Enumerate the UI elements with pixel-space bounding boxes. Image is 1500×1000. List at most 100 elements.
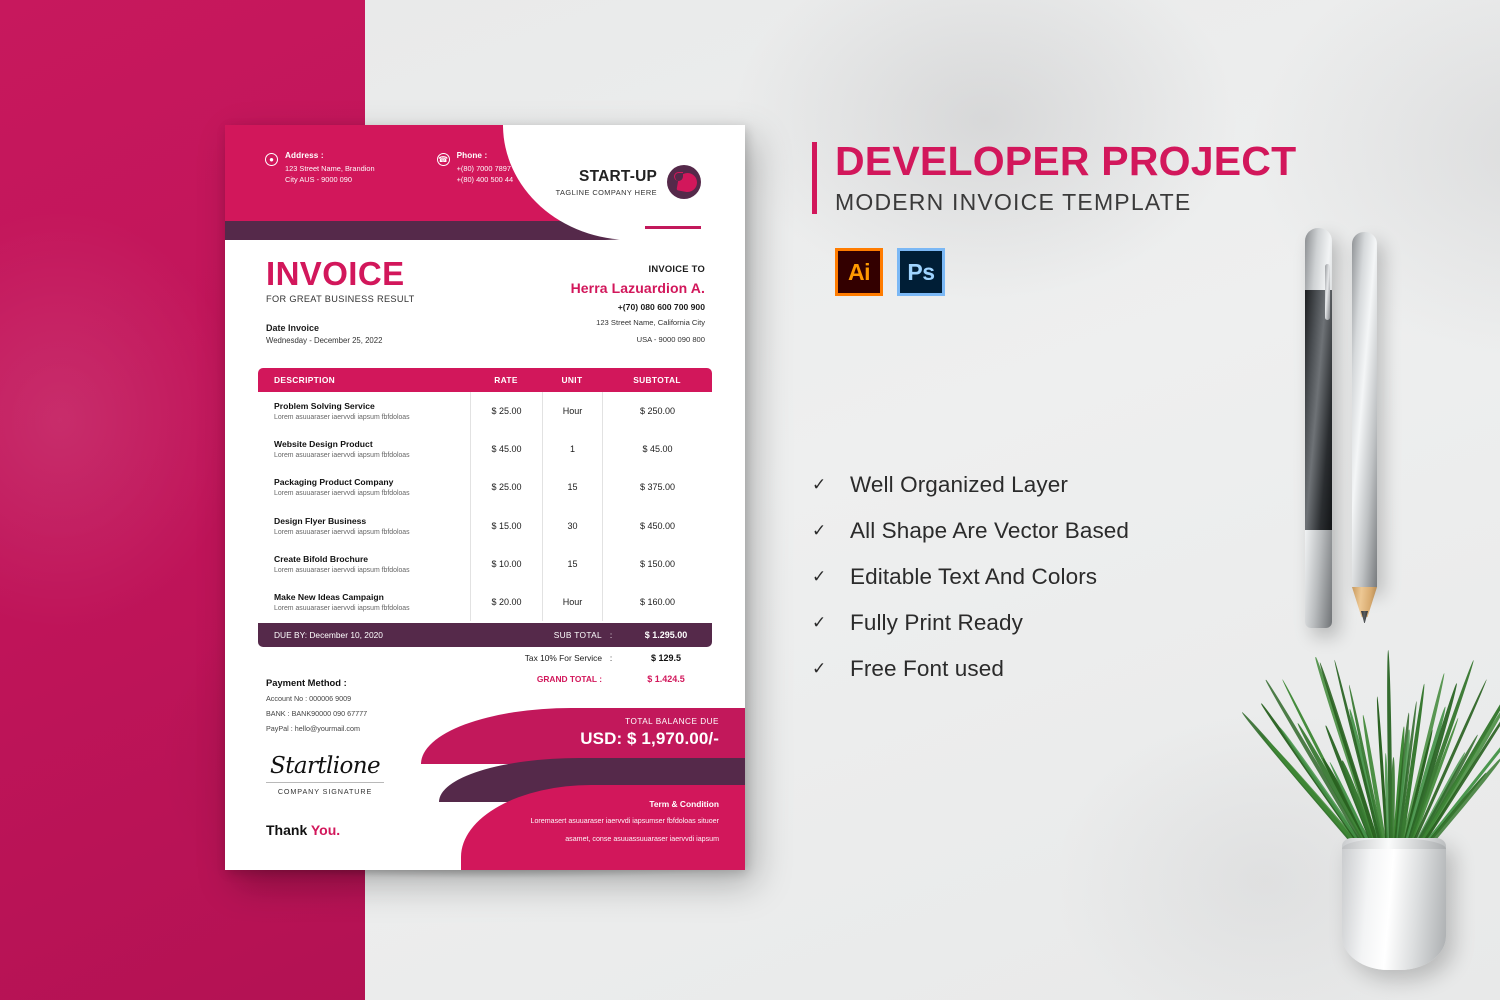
payment-method-title: Payment Method : xyxy=(266,677,367,688)
thank-you-part-1: Thank xyxy=(266,822,311,838)
company-brand: START-UP TAGLINE COMPANY HERE xyxy=(556,165,701,199)
table-body: Problem Solving Service Lorem asuuaraser … xyxy=(258,392,712,621)
tax-colon: : xyxy=(602,653,620,663)
pen-image xyxy=(1305,228,1332,628)
item-unit: 15 xyxy=(542,468,602,506)
sub-total-value: $ 1.295.00 xyxy=(620,630,712,640)
table-row: Design Flyer Business Lorem asuuaraser ia… xyxy=(258,507,712,545)
item-unit: 1 xyxy=(542,430,602,468)
item-description: Lorem asuuaraser iaervvdi iapsum fbfdolo… xyxy=(274,567,470,574)
thank-you-part-2: You. xyxy=(311,822,340,838)
tax-label: Tax 10% For Service xyxy=(258,653,602,663)
phone-line-2: +(80) 400 500 44 xyxy=(457,174,530,185)
item-rate: $ 45.00 xyxy=(470,430,542,468)
table-row: Make New Ideas Campaign Lorem asuuaraser … xyxy=(258,583,712,621)
phone-line-1: +(80) 7000 7897 5006 xyxy=(457,163,530,174)
item-subtotal: $ 45.00 xyxy=(602,430,712,468)
invoice-subtitle: FOR GREAT BUSINESS RESULT xyxy=(266,294,415,304)
thank-you-text: Thank You. xyxy=(266,822,340,838)
client-address-2: USA - 9000 090 800 xyxy=(571,334,705,346)
pencil-image xyxy=(1352,232,1377,587)
due-by-bar: DUE BY: December 10, 2020 SUB TOTAL : $ … xyxy=(258,623,712,647)
item-name: Make New Ideas Campaign xyxy=(274,592,470,602)
check-icon: ✓ xyxy=(812,567,828,587)
item-name: Design Flyer Business xyxy=(274,516,470,526)
signature-rule xyxy=(266,782,384,783)
signature-block: Startlione COMPANY SIGNATURE xyxy=(266,753,384,796)
item-subtotal: $ 450.00 xyxy=(602,507,712,545)
adobe-photoshop-badge[interactable]: Ps xyxy=(897,248,945,296)
total-balance-value: USD: $ 1,970.00/- xyxy=(580,729,719,749)
check-icon: ✓ xyxy=(812,521,828,541)
plant-pot xyxy=(1342,838,1446,970)
phone-block: ☎ Phone : +(80) 7000 7897 5006 +(80) 400… xyxy=(437,151,530,185)
page-title: INVOICE xyxy=(266,257,415,290)
terms-line-1: Loremasert asuuaraser iaervvdi iapsumser… xyxy=(457,815,719,827)
payment-bank-line: BANK : BANK90000 090 67777 xyxy=(266,709,367,718)
feature-label: Editable Text And Colors xyxy=(850,564,1097,590)
due-by-text: DUE BY: December 10, 2020 xyxy=(258,630,542,640)
table-row: Create Bifold Brochure Lorem asuuaraser i… xyxy=(258,545,712,583)
feature-label: Free Font used xyxy=(850,656,1004,682)
item-rate: $ 25.00 xyxy=(470,468,542,506)
column-header-unit: UNIT xyxy=(542,375,602,385)
table-row: Problem Solving Service Lorem asuuaraser … xyxy=(258,392,712,430)
item-unit: Hour xyxy=(542,583,602,621)
invoice-document: ● Address : 123 Street Name, Brandion Ci… xyxy=(225,125,745,870)
column-header-subtotal: SUBTOTAL xyxy=(602,375,712,385)
column-header-description: DESCRIPTION xyxy=(258,375,470,385)
check-icon: ✓ xyxy=(812,613,828,633)
invoice-to-block: INVOICE TO Herra Lazuardion A. +(70) 080… xyxy=(571,263,705,346)
feature-item: ✓ Well Organized Layer xyxy=(812,462,1129,508)
item-subtotal: $ 160.00 xyxy=(602,583,712,621)
address-block: ● Address : 123 Street Name, Brandion Ci… xyxy=(265,151,375,185)
grand-total-value: $ 1.424.5 xyxy=(620,674,712,684)
feature-item: ✓ All Shape Are Vector Based xyxy=(812,508,1129,554)
item-description: Lorem asuuaraser iaervvdi iapsum fbfdolo… xyxy=(274,529,470,536)
item-subtotal: $ 250.00 xyxy=(602,392,712,430)
company-tagline: TAGLINE COMPANY HERE xyxy=(556,188,657,197)
terms-title: Term & Condition xyxy=(457,799,719,809)
plant-image xyxy=(1300,640,1480,970)
terms-block: Term & Condition Loremasert asuuaraser i… xyxy=(457,799,719,846)
total-balance-label: TOTAL BALANCE DUE xyxy=(580,717,719,726)
item-description: Lorem asuuaraser iaervvdi iapsum fbfdolo… xyxy=(274,452,470,459)
check-icon: ✓ xyxy=(812,659,828,679)
invoice-to-label: INVOICE TO xyxy=(571,263,705,274)
item-name: Create Bifold Brochure xyxy=(274,554,470,564)
client-address-1: 123 Street Name, California City xyxy=(571,317,705,329)
table-header-row: DESCRIPTION RATE UNIT SUBTOTAL xyxy=(258,368,712,392)
signature-label: COMPANY SIGNATURE xyxy=(266,787,384,796)
pen-grip xyxy=(1305,290,1332,530)
item-unit: Hour xyxy=(542,392,602,430)
adobe-illustrator-badge[interactable]: Ai xyxy=(835,248,883,296)
phone-title: Phone : xyxy=(457,151,530,160)
company-name: START-UP xyxy=(556,168,657,186)
payment-paypal-line: PayPal : hello@yourmail.com xyxy=(266,724,367,733)
payment-account-line: Account No : 000006 9009 xyxy=(266,694,367,703)
item-rate: $ 10.00 xyxy=(470,545,542,583)
column-header-rate: RATE xyxy=(470,375,542,385)
item-unit: 30 xyxy=(542,507,602,545)
location-pin-icon: ● xyxy=(265,153,278,166)
client-phone: +(70) 080 600 700 900 xyxy=(571,302,705,312)
terms-line-2: asamet, conse asuuassuuaraser iaervvdi i… xyxy=(457,833,719,845)
table-row: Website Design Product Lorem asuuaraser i… xyxy=(258,430,712,468)
feature-item: ✓ Free Font used xyxy=(812,646,1129,692)
brand-underline xyxy=(645,226,701,229)
signature-name: Startlione xyxy=(266,753,384,779)
header-contact-row: ● Address : 123 Street Name, Brandion Ci… xyxy=(265,151,530,185)
promo-title: DEVELOPER PROJECT xyxy=(835,140,1296,183)
item-subtotal: $ 150.00 xyxy=(602,545,712,583)
feature-item: ✓ Fully Print Ready xyxy=(812,600,1129,646)
feature-label: Well Organized Layer xyxy=(850,472,1068,498)
feature-list: ✓ Well Organized Layer ✓ All Shape Are Vect… xyxy=(812,462,1129,692)
item-rate: $ 15.00 xyxy=(470,507,542,545)
feature-label: All Shape Are Vector Based xyxy=(850,518,1129,544)
item-description: Lorem asuuaraser iaervvdi iapsum fbfdolo… xyxy=(274,490,470,497)
tax-row: Tax 10% For Service : $ 129.5 xyxy=(258,647,712,668)
table-row: Packaging Product Company Lorem asuuarase… xyxy=(258,468,712,506)
sub-total-colon: : xyxy=(602,630,620,640)
address-line-2: City AUS - 9000 090 xyxy=(285,174,375,185)
item-unit: 15 xyxy=(542,545,602,583)
